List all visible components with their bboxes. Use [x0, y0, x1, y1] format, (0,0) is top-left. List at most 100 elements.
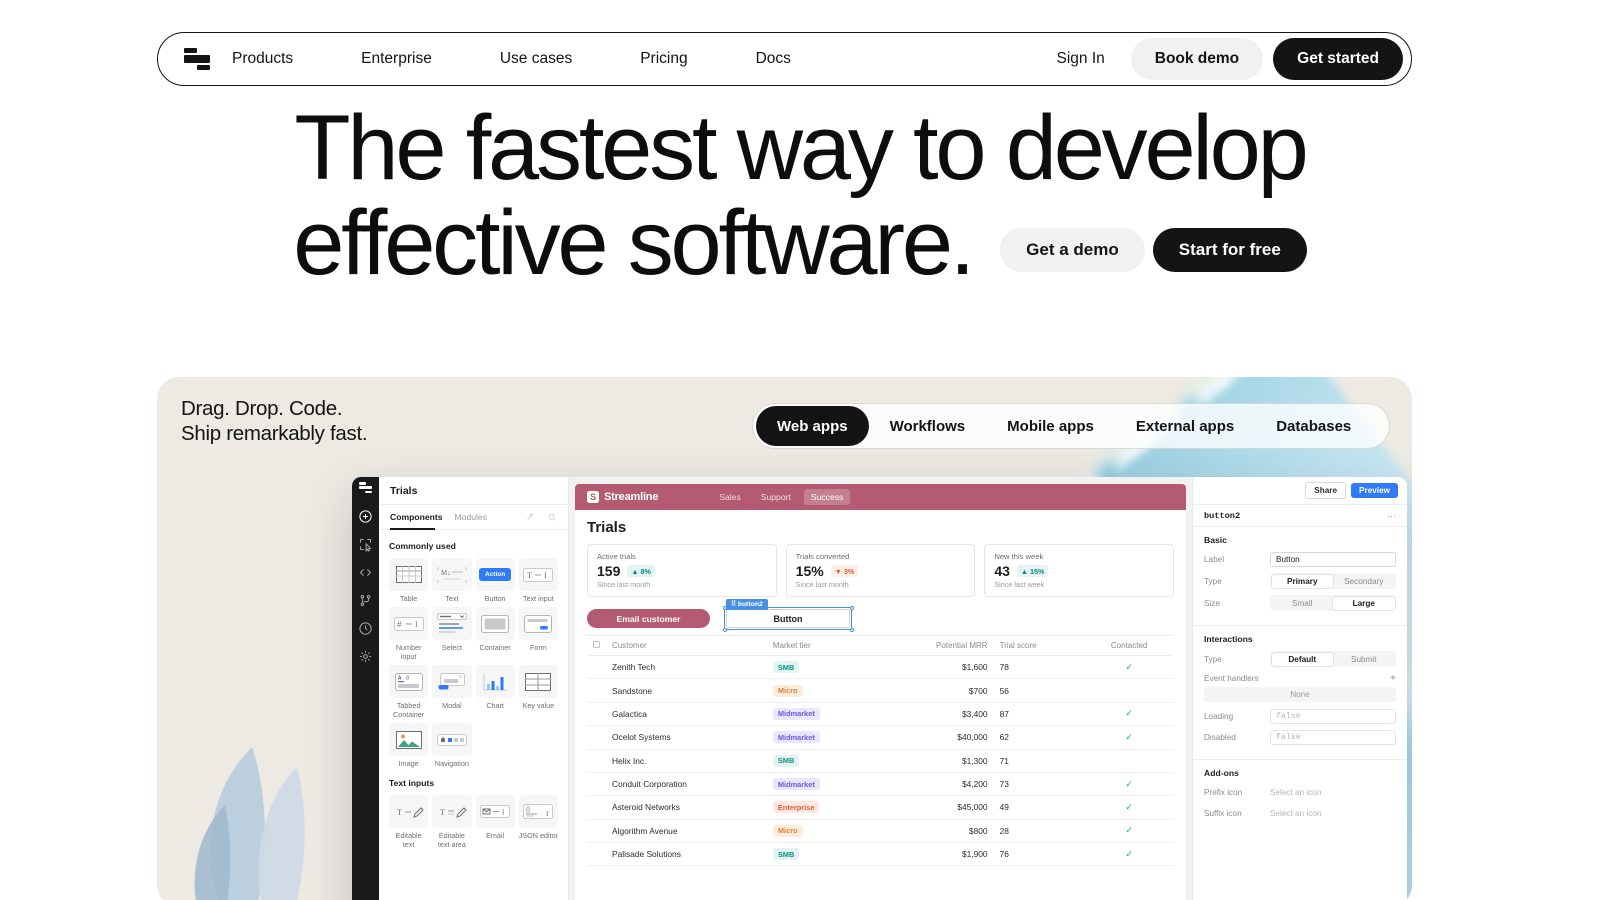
segment-large[interactable]: Large [1333, 596, 1395, 610]
row-checkbox-cell[interactable] [587, 749, 606, 773]
nav-item-use-cases[interactable]: Use cases [500, 50, 572, 68]
get-started-button[interactable]: Get started [1273, 38, 1403, 80]
email-customer-button[interactable]: Email customer [587, 609, 710, 628]
app-logo-icon[interactable] [359, 482, 372, 493]
component-navigation[interactable]: Navigation [432, 723, 472, 768]
loading-input[interactable]: false [1270, 709, 1396, 724]
row-checkbox-cell[interactable] [587, 655, 606, 680]
retool-logo[interactable] [184, 48, 210, 70]
row-checkbox-cell[interactable] [587, 772, 606, 797]
resize-handle-bl[interactable] [722, 627, 727, 632]
component-container[interactable]: Container [475, 607, 515, 661]
component-key-value[interactable]: Key value [518, 665, 558, 719]
tab-workflows[interactable]: Workflows [869, 406, 987, 446]
preview-button[interactable]: Preview [1351, 483, 1398, 498]
component-modal[interactable]: × Modal [432, 665, 472, 719]
search-icon[interactable] [547, 512, 557, 522]
component-text[interactable]: M↓ Text [432, 558, 472, 603]
row-checkbox-cell[interactable] [587, 725, 606, 750]
disabled-input[interactable]: false [1270, 730, 1396, 745]
component-form[interactable]: Form [518, 607, 558, 661]
app-canvas[interactable]: S Streamline Sales Support Success Trial… [569, 477, 1192, 900]
streamline-nav-success[interactable]: Success [803, 489, 851, 505]
select-all-header[interactable] [587, 635, 606, 656]
components-panel: Trials Components Modules Commonly used … [379, 477, 569, 900]
component-editable-text[interactable]: T Editable text [389, 795, 429, 849]
col-market-tier[interactable]: Market tier [766, 635, 876, 656]
magic-wand-icon[interactable] [525, 512, 535, 522]
row-checkbox-cell[interactable] [587, 819, 606, 844]
component-number-input[interactable]: # I Number input [389, 607, 429, 661]
row-checkbox-cell[interactable] [587, 678, 606, 703]
component-chart[interactable]: Chart [475, 665, 515, 719]
table-row[interactable]: Helix Inc. SMB $1,300 71 [587, 749, 1174, 773]
tab-modules[interactable]: Modules [455, 512, 487, 522]
tab-components[interactable]: Components [390, 512, 443, 522]
segment-secondary[interactable]: Secondary [1333, 575, 1395, 588]
table-row[interactable]: Galactica Midmarket $3,400 87 ✓ [587, 702, 1174, 727]
component-select[interactable]: Select [432, 607, 472, 661]
row-control: Default Submit [1270, 651, 1396, 667]
tab-databases[interactable]: Databases [1255, 406, 1372, 446]
component-button[interactable]: Action Button [475, 558, 515, 603]
add-event-handler-icon[interactable]: + [1390, 673, 1396, 684]
get-a-demo-button[interactable]: Get a demo [1000, 228, 1145, 273]
code-icon[interactable] [358, 565, 373, 580]
table-row[interactable]: Asteroid Networks Enterprise $45,000 49 ✓ [587, 795, 1174, 820]
table-row[interactable]: Zenith Tech SMB $1,600 78 ✓ [587, 655, 1174, 680]
start-for-free-button[interactable]: Start for free [1152, 228, 1307, 273]
tab-web-apps[interactable]: Web apps [756, 406, 869, 446]
component-table[interactable]: Table [389, 558, 429, 603]
sign-in-link[interactable]: Sign In [1040, 50, 1120, 68]
nav-item-docs[interactable]: Docs [756, 50, 791, 68]
col-contacted[interactable]: Contacted [1084, 635, 1174, 656]
row-checkbox-cell[interactable] [587, 702, 606, 727]
resize-handle-tl[interactable] [722, 605, 727, 610]
nav-item-enterprise[interactable]: Enterprise [361, 50, 432, 68]
select-tool-icon[interactable] [358, 537, 373, 552]
suffix-icon-picker[interactable]: Select an icon [1270, 809, 1396, 818]
gear-icon[interactable] [358, 649, 373, 664]
table-row[interactable]: Algorithm Avenue Micro $800 28 ✓ [587, 819, 1174, 844]
table-row[interactable]: Palisade Solutions SMB $1,900 76 ✓ [587, 842, 1174, 867]
segment-primary[interactable]: Primary [1271, 574, 1333, 588]
row-checkbox-cell[interactable] [587, 795, 606, 820]
nav-item-products[interactable]: Products [232, 50, 293, 68]
checkbox-icon[interactable] [593, 641, 600, 648]
share-button[interactable]: Share [1305, 482, 1347, 499]
component-editable-text-area[interactable]: T Editable text area [432, 795, 472, 849]
col-trial-score[interactable]: Trial score [993, 635, 1085, 656]
streamline-nav-sales[interactable]: Sales [712, 489, 748, 505]
table-row[interactable]: Conduit Corporation Midmarket $4,200 73 ✓ [587, 772, 1174, 797]
component-label: Editable text [395, 831, 422, 849]
row-label: Label [1204, 555, 1225, 564]
segment-submit[interactable]: Submit [1333, 653, 1395, 666]
segment-default[interactable]: Default [1271, 652, 1333, 666]
component-image[interactable]: Image [389, 723, 429, 768]
more-options-icon[interactable]: ··· [1387, 511, 1396, 521]
segment-small[interactable]: Small [1272, 597, 1334, 610]
col-customer[interactable]: Customer [606, 635, 767, 656]
table-row[interactable]: Sandstone Micro $700 56 [587, 678, 1174, 703]
prefix-icon-picker[interactable]: Select an icon [1270, 788, 1396, 797]
book-demo-button[interactable]: Book demo [1130, 38, 1264, 80]
col-potential-mrr[interactable]: Potential MRR [875, 635, 994, 656]
resize-handle-br[interactable] [849, 627, 854, 632]
inspector-row-prefix-icon: Prefix icon Select an icon [1204, 785, 1396, 800]
tab-external-apps[interactable]: External apps [1115, 406, 1255, 446]
add-component-icon[interactable] [358, 509, 373, 524]
table-row[interactable]: Ocelot Systems Midmarket $40,000 62 ✓ [587, 725, 1174, 750]
branch-icon[interactable] [358, 593, 373, 608]
history-icon[interactable] [358, 621, 373, 636]
tab-mobile-apps[interactable]: Mobile apps [986, 406, 1115, 446]
row-checkbox-cell[interactable] [587, 842, 606, 867]
component-text-input[interactable]: TI Text input [518, 558, 558, 603]
component-email[interactable]: I Email [475, 795, 515, 849]
container-icon [475, 607, 515, 640]
label-input[interactable]: Button [1270, 552, 1396, 567]
component-json-editor[interactable]: {} I JSON editor [518, 795, 558, 849]
nav-item-pricing[interactable]: Pricing [640, 50, 687, 68]
component-tabbed-container[interactable]: AB Tabbed Container [389, 665, 429, 719]
resize-handle-tr[interactable] [849, 605, 854, 610]
streamline-nav-support[interactable]: Support [754, 489, 798, 505]
